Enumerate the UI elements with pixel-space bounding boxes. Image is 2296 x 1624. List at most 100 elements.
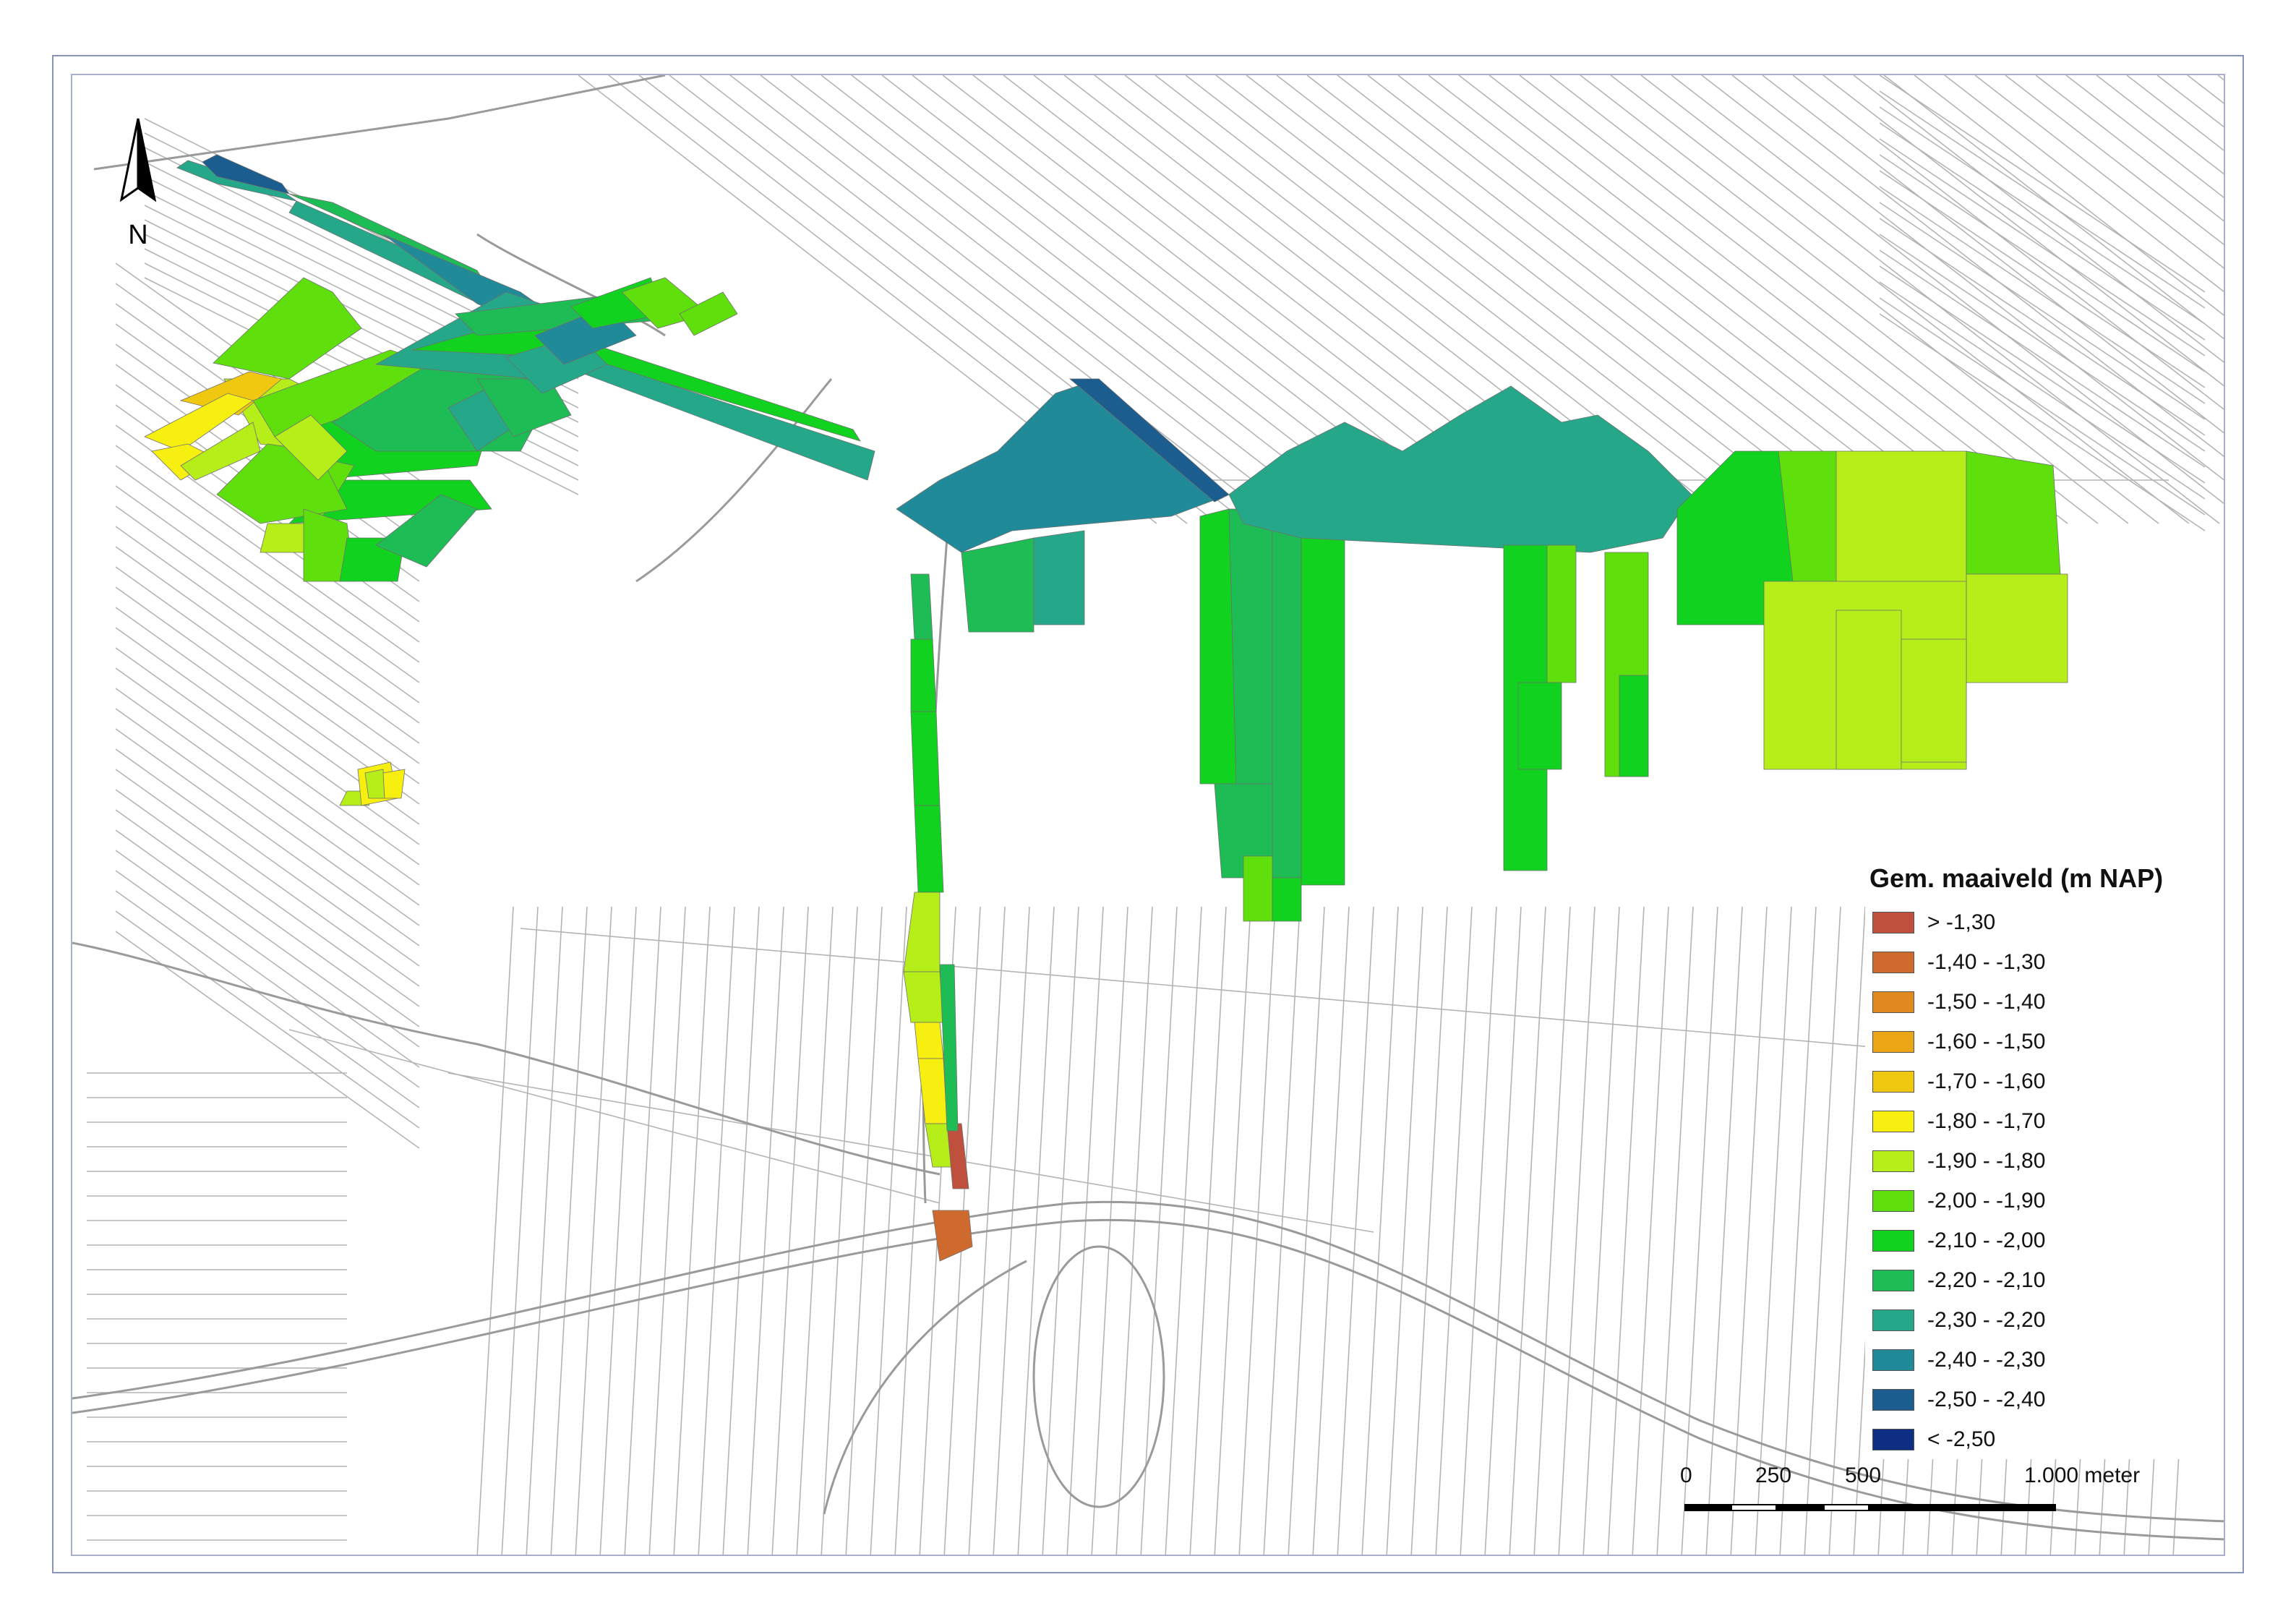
parcel-line <box>115 870 420 1088</box>
legend-entry: -1,50 - -1,40 <box>1865 982 2212 1022</box>
legend-swatch <box>1872 991 1914 1013</box>
parcel <box>914 805 944 893</box>
road <box>823 1260 1027 1515</box>
map-window[interactable]: N Gem. maaiveld (m NAP) > -1,30 -1,40 - -… <box>71 74 2225 1556</box>
legend-entry: -1,60 - -1,50 <box>1865 1022 2212 1061</box>
ditch-line <box>288 1029 941 1204</box>
parcel-line <box>501 906 539 1555</box>
parcel-line <box>115 829 420 1048</box>
parcel-line <box>115 647 420 866</box>
parcel <box>910 711 941 806</box>
parcel <box>578 356 875 481</box>
legend-title: Gem. maaiveld (m NAP) <box>1869 863 2164 893</box>
parcel-line <box>1681 906 1718 1555</box>
parcel-line <box>821 906 858 1555</box>
legend-entry: -2,20 - -2,10 <box>1865 1260 2212 1300</box>
parcel <box>910 638 937 712</box>
parcel-line <box>1066 906 1104 1555</box>
parcel-line <box>1238 906 1276 1555</box>
parcel <box>1272 877 1302 922</box>
parcel <box>1901 638 1967 763</box>
parcel-line <box>1879 186 2206 404</box>
parcel <box>914 1022 944 1059</box>
parcel-line <box>1656 906 1694 1555</box>
parcel-line <box>115 789 420 1007</box>
road <box>93 75 666 171</box>
parcel-line <box>1165 906 1202 1555</box>
parcel-line <box>115 708 420 926</box>
legend-label: -2,40 - -2,30 <box>1927 1347 2046 1372</box>
parcel-line <box>1558 906 1595 1555</box>
legend-entry: -2,30 - -2,20 <box>1865 1300 2212 1340</box>
parcel-line <box>796 906 834 1555</box>
ditch-line <box>447 1072 1374 1233</box>
parcel-line <box>648 906 686 1555</box>
parcel-line <box>1582 906 1620 1555</box>
parcel-line <box>1435 906 1473 1555</box>
parcel <box>1272 508 1302 879</box>
pond-outline <box>1032 1245 1165 1508</box>
parcel <box>961 537 1035 633</box>
legend-swatch <box>1872 1110 1914 1132</box>
legend-swatch <box>1872 1349 1914 1371</box>
parcel-line <box>115 910 420 1129</box>
legend-label: -2,20 - -2,10 <box>1927 1268 2046 1292</box>
north-arrow-icon <box>119 118 157 202</box>
legend-entry: < -2,50 <box>1865 1419 2212 1459</box>
parcel-line <box>115 890 420 1108</box>
parcel <box>1301 508 1345 886</box>
parcel <box>903 892 941 973</box>
legend-entry: -1,70 - -1,60 <box>1865 1061 2212 1101</box>
parcel-line <box>1509 906 1546 1555</box>
parcel <box>903 971 944 1023</box>
parcel-line <box>673 906 711 1555</box>
legend-label: -1,70 - -1,60 <box>1927 1069 2046 1093</box>
scale-label-0: 0 <box>1680 1463 1692 1487</box>
legend-label: < -2,50 <box>1927 1427 1996 1451</box>
scale-segment <box>1823 1504 1869 1511</box>
scale-label-250: 250 <box>1755 1463 1792 1487</box>
parcel-line <box>1828 906 1866 1555</box>
parcel-line <box>1140 906 1178 1555</box>
parcel-line <box>1879 75 2206 293</box>
parcel-line <box>115 627 420 845</box>
parcel-line <box>1312 906 1350 1555</box>
parcel-line <box>2217 75 2224 81</box>
parcel <box>1546 544 1577 683</box>
parcel-line <box>1705 906 1743 1555</box>
legend-swatch <box>1872 1309 1914 1331</box>
parcel-line <box>599 906 637 1555</box>
parcel-line <box>2096 75 2224 175</box>
parcel-line <box>1533 906 1571 1555</box>
legend-swatch <box>1872 1229 1914 1252</box>
legend-swatch <box>1872 1269 1914 1291</box>
legend-entry: -1,90 - -1,80 <box>1865 1141 2212 1181</box>
parcel <box>910 573 933 640</box>
parcel-line <box>476 906 514 1555</box>
parcel-line <box>1730 906 1768 1555</box>
parcel-line <box>2065 75 2224 198</box>
parcel-line <box>550 906 588 1555</box>
parcel <box>364 769 385 799</box>
parcel-line <box>1460 906 1497 1555</box>
legend-label: -2,50 - -2,40 <box>1927 1387 2046 1411</box>
parcel-line <box>722 906 760 1555</box>
parcel-line <box>698 906 735 1555</box>
legend-entry: -1,40 - -1,30 <box>1865 942 2212 982</box>
parcel-line <box>115 566 420 785</box>
parcel-line <box>1879 90 2206 309</box>
parcel-line <box>2035 75 2224 222</box>
parcel-line <box>1091 906 1128 1555</box>
parcel <box>932 1210 973 1262</box>
parcel <box>1517 682 1562 770</box>
legend-swatch <box>1872 1070 1914 1093</box>
legend-swatch <box>1872 951 1914 973</box>
parcel-line <box>1755 906 1792 1555</box>
legend-label: > -1,30 <box>1927 910 1996 934</box>
legend-entry: > -1,30 <box>1865 902 2212 942</box>
legend-label: -1,50 - -1,40 <box>1927 989 2046 1014</box>
parcel <box>1228 508 1273 785</box>
legend-label: -1,80 - -1,70 <box>1927 1108 2046 1133</box>
legend-label: -2,30 - -2,20 <box>1927 1307 2046 1332</box>
parcel-line <box>526 906 563 1555</box>
